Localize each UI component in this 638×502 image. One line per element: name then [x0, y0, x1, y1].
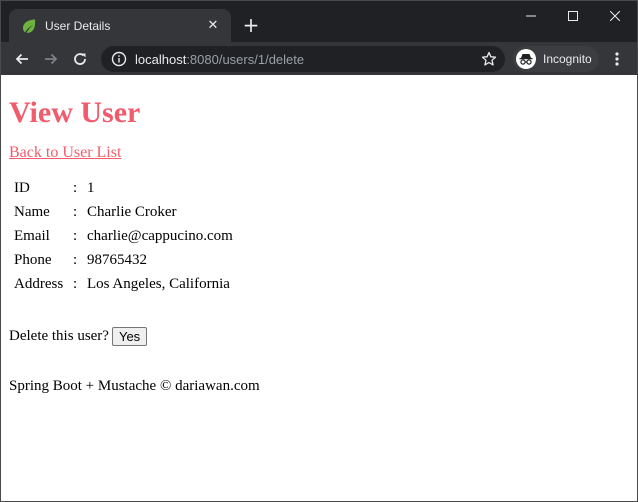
star-icon[interactable] — [479, 49, 499, 69]
window-close-icon[interactable] — [593, 1, 637, 31]
incognito-label: Incognito — [543, 52, 592, 66]
maximize-icon[interactable] — [551, 1, 595, 31]
browser-toolbar: localhost:8080/users/1/delete Incognito — [1, 42, 637, 75]
field-label-name: Name — [14, 204, 50, 220]
field-value-email: charlie@cappucino.com — [87, 228, 233, 244]
table-row: Email : charlie@cappucino.com — [11, 225, 236, 247]
field-label-email: Email — [14, 228, 50, 244]
field-value-address: Los Angeles, California — [87, 276, 230, 292]
incognito-profile-button[interactable]: Incognito — [513, 46, 599, 72]
user-details-table: ID : 1 Name : Charlie Croker Email : cha… — [9, 175, 238, 297]
field-separator: : — [73, 180, 78, 196]
field-label-id: ID — [14, 180, 30, 196]
delete-confirmation: Delete this user? Yes — [9, 327, 629, 346]
tab-strip: User Details ✕ + — [1, 1, 637, 42]
back-to-user-list-link[interactable]: Back to User List — [9, 144, 121, 162]
reload-icon[interactable] — [67, 46, 93, 72]
page-content: View User Back to User List ID : 1 Name … — [1, 75, 637, 501]
spring-favicon-icon — [21, 18, 37, 34]
delete-prompt: Delete this user? — [9, 328, 109, 344]
field-separator: : — [73, 252, 78, 268]
back-arrow-icon[interactable] — [9, 46, 35, 72]
yes-button[interactable]: Yes — [111, 327, 148, 346]
field-separator: : — [73, 276, 78, 292]
more-vert-icon[interactable] — [606, 46, 628, 72]
url-host: localhost — [135, 51, 187, 67]
new-tab-plus-icon[interactable]: + — [239, 13, 263, 37]
field-value-name: Charlie Croker — [87, 204, 177, 220]
table-row: Address : Los Angeles, California — [11, 273, 236, 295]
field-value-phone: 98765432 — [87, 252, 147, 268]
incognito-icon — [516, 49, 536, 69]
tab-user-details[interactable]: User Details ✕ — [9, 9, 231, 42]
field-separator: : — [73, 228, 78, 244]
minimize-icon[interactable] — [509, 1, 553, 31]
field-separator: : — [73, 204, 78, 220]
field-label-address: Address — [14, 276, 64, 292]
field-label-phone: Phone — [14, 252, 52, 268]
url-path: :8080/users/1/delete — [186, 51, 305, 67]
browser-window: User Details ✕ + localhost:8080/users/1/… — [0, 0, 638, 502]
url-text: localhost:8080/users/1/delete — [135, 52, 304, 67]
table-row: ID : 1 — [11, 177, 236, 199]
page-footer: Spring Boot + Mustache © dariawan.com — [9, 378, 260, 394]
info-icon[interactable] — [111, 51, 127, 67]
field-value-id: 1 — [87, 180, 95, 196]
tab-close-icon[interactable]: ✕ — [205, 18, 221, 34]
page-title: View User — [9, 96, 141, 129]
table-row: Phone : 98765432 — [11, 249, 236, 271]
address-bar[interactable]: localhost:8080/users/1/delete — [101, 46, 505, 72]
forward-arrow-icon[interactable] — [38, 46, 64, 72]
table-row: Name : Charlie Croker — [11, 201, 236, 223]
tab-title: User Details — [45, 18, 111, 33]
